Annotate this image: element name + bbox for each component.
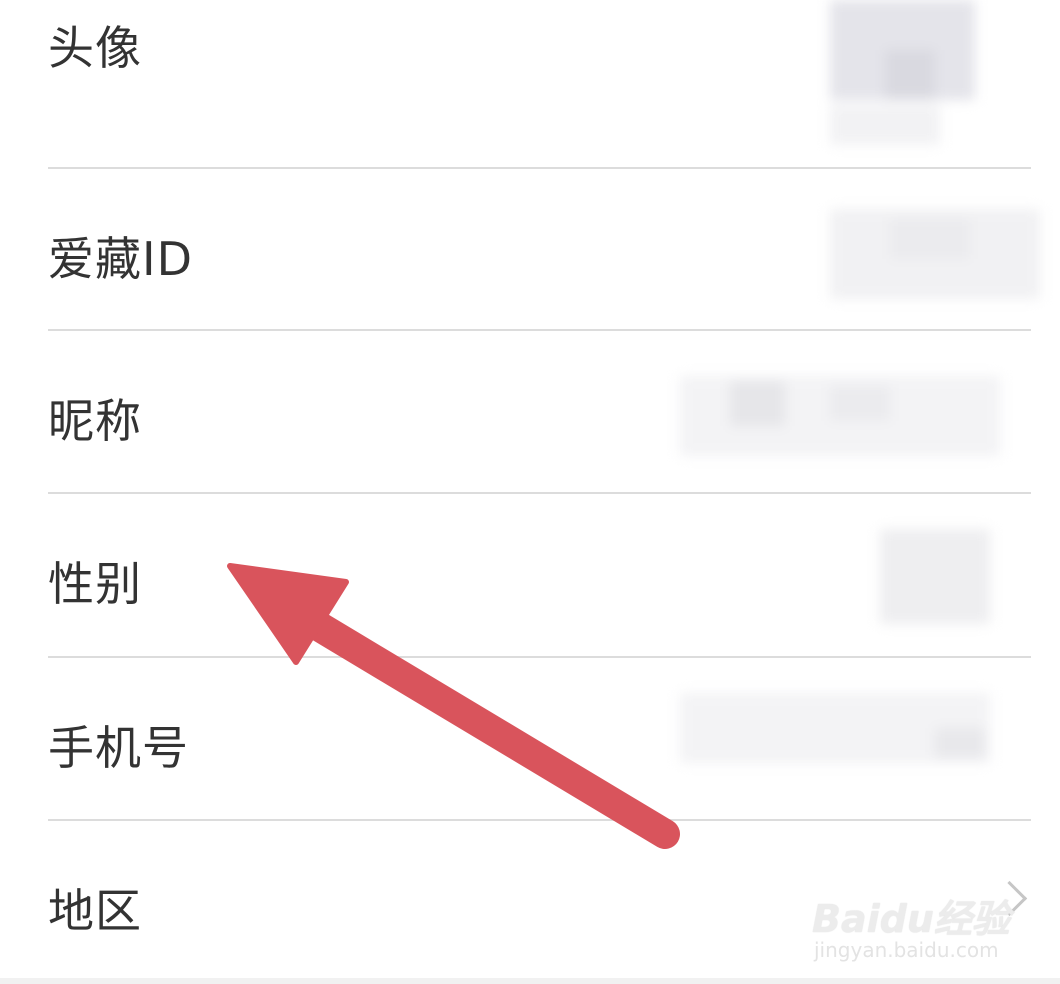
avatar-image-blurred[interactable] <box>790 0 1040 160</box>
bottom-edge <box>0 978 1060 984</box>
phone-label: 手机号 <box>48 721 189 775</box>
baidu-jingyan-watermark: Baidu经验 jingyan.baidu.com <box>812 868 1012 963</box>
aicang-id-value-blurred <box>830 209 1040 319</box>
nickname-label: 昵称 <box>48 394 142 448</box>
gender-label: 性别 <box>48 557 142 611</box>
nickname-value-blurred <box>680 376 1000 466</box>
watermark-brand: Baidu经验 <box>812 897 1010 941</box>
profile-row-nickname[interactable]: 昵称 <box>0 331 1060 492</box>
region-label: 地区 <box>48 884 142 938</box>
profile-row-aicang-id[interactable]: 爱藏ID <box>0 169 1060 330</box>
aicang-id-label: 爱藏ID <box>48 232 193 286</box>
profile-row-avatar[interactable]: 头像 <box>0 0 1060 168</box>
phone-value-blurred <box>680 693 1000 773</box>
profile-row-gender[interactable]: 性别 <box>0 494 1060 656</box>
watermark-url: jingyan.baidu.com <box>814 938 999 962</box>
profile-row-phone[interactable]: 手机号 <box>0 658 1060 819</box>
gender-value-blurred <box>880 529 1020 629</box>
avatar-label: 头像 <box>48 21 142 75</box>
